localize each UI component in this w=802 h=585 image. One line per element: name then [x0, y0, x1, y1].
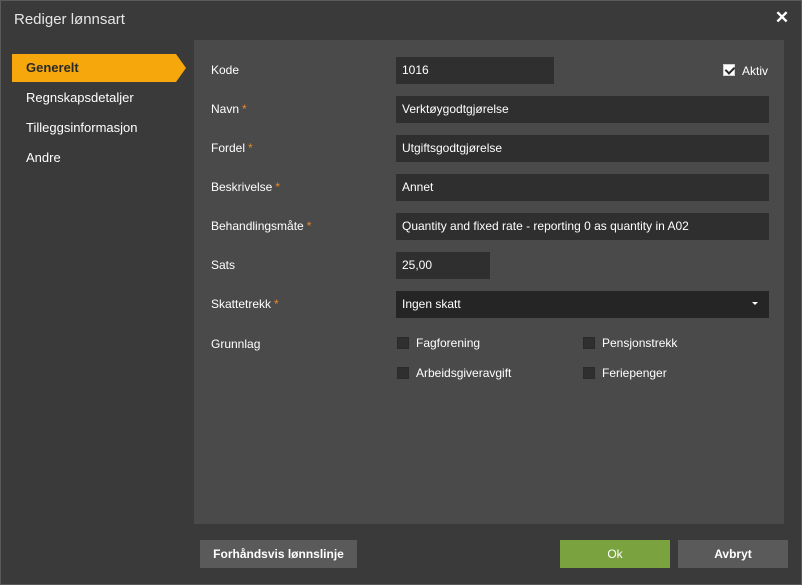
fordel-input[interactable]: Utgiftsgodtgjørelse	[396, 135, 769, 162]
fordel-label-text: Fordel	[211, 141, 246, 155]
behandlingsmate-label-text: Behandlingsmåte	[211, 219, 304, 233]
required-mark: *	[242, 102, 247, 116]
feriepenger-label: Feriepenger	[602, 366, 667, 380]
required-mark: *	[274, 297, 279, 311]
dialog-title: Rediger lønnsart	[14, 11, 125, 28]
navn-input[interactable]: Verktøygodtgjørelse	[396, 96, 769, 123]
preview-payline-button[interactable]: Forhåndsvis lønnslinje	[200, 540, 357, 568]
behandlingsmate-label: Behandlingsmåte *	[211, 219, 311, 233]
required-mark: *	[306, 219, 312, 233]
required-mark: *	[248, 141, 253, 155]
skattetrekk-label: Skattetrekk *	[211, 297, 279, 311]
navn-label: Navn *	[211, 102, 247, 116]
feriepenger-checkbox[interactable]	[583, 367, 595, 379]
beskrivelse-label-text: Beskrivelse	[211, 180, 273, 194]
kode-input[interactable]: 1016	[396, 57, 554, 84]
kode-label: Kode	[211, 63, 240, 77]
behandlingsmate-input[interactable]: Quantity and fixed rate - reporting 0 as…	[396, 213, 769, 240]
grunnlag-label: Grunnlag	[211, 337, 261, 351]
aktiv-label: Aktiv	[742, 64, 769, 78]
fagforening-checkbox[interactable]	[397, 337, 409, 349]
cancel-button[interactable]: Avbryt	[678, 540, 788, 568]
navn-label-text: Navn	[211, 102, 240, 116]
chevron-down-icon[interactable]	[752, 302, 758, 305]
pensjonstrekk-label: Pensjonstrekk	[602, 336, 678, 350]
aktiv-checkbox[interactable]	[723, 64, 735, 76]
sats-input[interactable]: 25,00	[396, 252, 490, 279]
required-mark: *	[275, 180, 281, 194]
beskrivelse-label: Beskrivelse *	[211, 180, 280, 194]
pensjonstrekk-checkbox[interactable]	[583, 337, 595, 349]
ok-button[interactable]: Ok	[560, 540, 670, 568]
fordel-label: Fordel *	[211, 141, 253, 155]
skattetrekk-label-text: Skattetrekk	[211, 297, 272, 311]
sats-label: Sats	[211, 258, 236, 272]
close-icon[interactable]: ✕	[773, 9, 791, 27]
skattetrekk-select[interactable]: Ingen skatt	[396, 291, 769, 318]
sidebar-item-generelt[interactable]: Generelt	[12, 54, 186, 82]
arbeidsgiveravgift-checkbox[interactable]	[397, 367, 409, 379]
sidebar-item-regnskapsdetaljer[interactable]: Regnskapsdetaljer	[12, 84, 176, 112]
arbeidsgiveravgift-label: Arbeidsgiveravgift	[416, 366, 512, 380]
sidebar-item-tilleggsinformasjon[interactable]: Tilleggsinformasjon	[12, 114, 176, 142]
fagforening-label: Fagforening	[416, 336, 481, 350]
beskrivelse-input[interactable]: Annet	[396, 174, 769, 201]
sidebar-item-andre[interactable]: Andre	[12, 144, 176, 172]
